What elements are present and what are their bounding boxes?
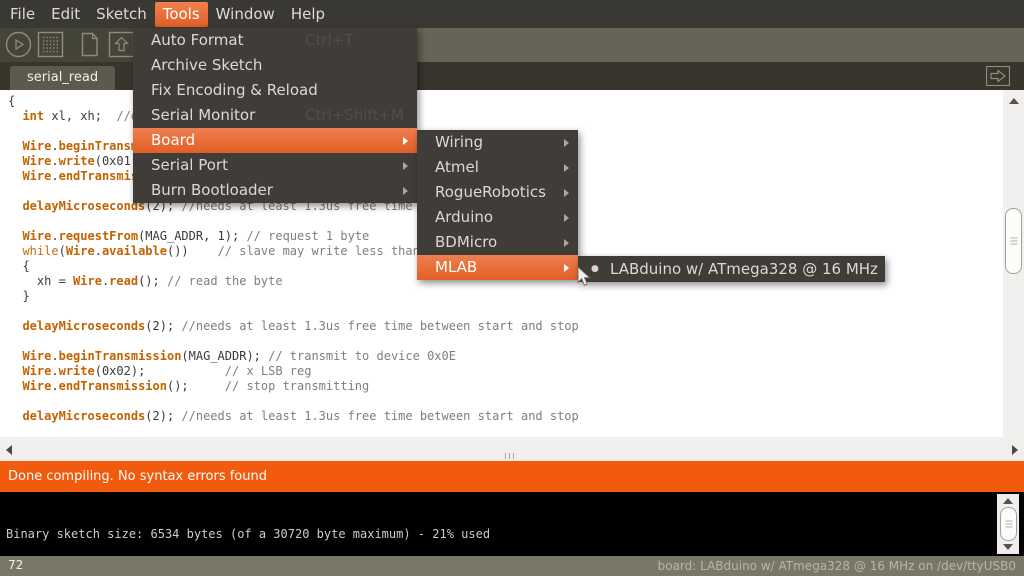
code-line: Wire.beginTransmission(MAG_ADDR); // tra… — [8, 349, 1000, 364]
board-info: board: LABduino w/ ATmega328 @ 16 MHz on… — [658, 559, 1016, 573]
tab-serial-read[interactable]: serial_read — [10, 66, 115, 90]
scrollbar-thumb[interactable] — [1005, 208, 1022, 274]
menu-item-label: Fix Encoding & Reload — [151, 81, 318, 99]
console-output: Binary sketch size: 6534 bytes (of a 307… — [0, 492, 1024, 556]
menu-item-auto-format[interactable]: Auto Format Ctrl+T — [133, 28, 417, 53]
console-text: Binary sketch size: 6534 bytes (of a 307… — [6, 527, 490, 541]
submenu-arrow-icon — [403, 187, 408, 195]
scroll-up-icon[interactable] — [1003, 498, 1013, 504]
submenu-arrow-icon — [564, 189, 569, 197]
scroll-down-icon[interactable] — [1003, 544, 1013, 550]
cursor-arrow-icon — [577, 266, 592, 288]
code-line: Wire.write(0x02); // x LSB reg — [8, 364, 1000, 379]
menu-item-serial-port[interactable]: Serial Port — [133, 153, 417, 178]
menu-item-label: Atmel — [435, 158, 479, 176]
status-message: Done compiling. No syntax errors found — [8, 469, 267, 484]
scroll-up-icon[interactable] — [1009, 98, 1019, 104]
menubar-item-sketch[interactable]: Sketch — [88, 2, 155, 27]
menu-item-label: LABduino w/ ATmega328 @ 16 MHz — [610, 260, 878, 278]
menu-item-label: Wiring — [435, 133, 483, 151]
open-button[interactable] — [108, 31, 135, 58]
menu-item-label: Board — [151, 131, 195, 149]
menu-item-label: Auto Format — [151, 31, 243, 49]
tab-menu-button[interactable] — [986, 66, 1010, 86]
menu-item-fix-encoding-reload[interactable]: Fix Encoding & Reload — [133, 78, 417, 103]
submenu-arrow-icon — [403, 137, 408, 145]
stop-icon — [37, 31, 64, 58]
menu-shortcut: Ctrl+Shift+M — [305, 103, 404, 128]
menu-item-bdmicro[interactable]: BDMicro — [417, 230, 578, 255]
board-submenu: Wiring Atmel RogueRobotics Arduino BDMicro ML… — [417, 130, 578, 280]
menubar-item-window[interactable]: Window — [208, 2, 283, 27]
menu-item-label: Archive Sketch — [151, 56, 262, 74]
code-line: Wire.endTransmission(); // stop transmit… — [8, 379, 1000, 394]
code-line: delayMicroseconds(2); //needs at least 1… — [8, 409, 1000, 424]
splitter-grip[interactable] — [505, 453, 517, 459]
stop-button[interactable] — [37, 31, 64, 58]
menu-item-labduino-w-atmega328-16-mhz[interactable]: ● LABduino w/ ATmega328 @ 16 MHz — [578, 256, 885, 282]
menubar-item-edit[interactable]: Edit — [43, 2, 88, 27]
menu-item-arduino[interactable]: Arduino — [417, 205, 578, 230]
menubar-item-file[interactable]: File — [2, 2, 43, 27]
menu-item-label: Burn Bootloader — [151, 181, 273, 199]
up-arrow-icon — [108, 31, 135, 58]
menu-item-label: BDMicro — [435, 233, 497, 251]
scroll-right-icon[interactable] — [1012, 445, 1018, 455]
menu-item-roguerobotics[interactable]: RogueRobotics — [417, 180, 578, 205]
editor-vertical-scrollbar[interactable] — [1003, 90, 1024, 437]
scrollbar-thumb[interactable] — [1000, 507, 1017, 541]
radio-selected-icon: ● — [591, 256, 599, 282]
boxed-right-arrow-icon — [986, 66, 1010, 86]
new-sketch-button[interactable] — [76, 31, 103, 58]
mouse-cursor — [577, 266, 592, 292]
circled-play-icon — [5, 31, 32, 58]
code-line — [8, 394, 1000, 409]
submenu-arrow-icon — [564, 164, 569, 172]
arduino-ide-window: FileEditSketchToolsWindowHelp — [0, 0, 1024, 576]
line-number: 72 — [8, 558, 23, 572]
editor-horizontal-scrollbar[interactable] — [0, 437, 1024, 461]
menu-item-board[interactable]: Board — [133, 128, 417, 153]
code-line: delayMicroseconds(2); //needs at least 1… — [8, 319, 1000, 334]
mlab-submenu: ● LABduino w/ ATmega328 @ 16 MHz — [578, 256, 885, 282]
tools-menu: Auto Format Ctrl+T Archive Sketch Fix Encod… — [133, 28, 417, 203]
menubar-item-tools[interactable]: Tools — [155, 2, 208, 27]
menubar-item-help[interactable]: Help — [283, 2, 333, 27]
scroll-left-icon[interactable] — [6, 445, 12, 455]
submenu-arrow-icon — [564, 239, 569, 247]
submenu-arrow-icon — [564, 214, 569, 222]
footer-bar: 72 board: LABduino w/ ATmega328 @ 16 MHz… — [0, 556, 1024, 576]
submenu-arrow-icon — [564, 139, 569, 147]
menu-item-atmel[interactable]: Atmel — [417, 155, 578, 180]
menu-item-mlab[interactable]: MLAB — [417, 255, 578, 280]
menu-item-label: MLAB — [435, 258, 477, 276]
menu-item-burn-bootloader[interactable]: Burn Bootloader — [133, 178, 417, 203]
status-bar: Done compiling. No syntax errors found — [0, 461, 1024, 492]
submenu-arrow-icon — [564, 264, 569, 272]
menu-item-archive-sketch[interactable]: Archive Sketch — [133, 53, 417, 78]
menu-item-label: Arduino — [435, 208, 493, 226]
menu-item-label: RogueRobotics — [435, 183, 546, 201]
code-line — [8, 304, 1000, 319]
code-line: } — [8, 289, 1000, 304]
code-line — [8, 334, 1000, 349]
menu-shortcut: Ctrl+T — [305, 28, 353, 53]
menu-item-serial-monitor[interactable]: Serial Monitor Ctrl+Shift+M — [133, 103, 417, 128]
menubar: FileEditSketchToolsWindowHelp — [0, 0, 1024, 28]
menu-item-label: Serial Port — [151, 156, 228, 174]
menu-item-label: Serial Monitor — [151, 106, 255, 124]
menu-item-wiring[interactable]: Wiring — [417, 130, 578, 155]
new-file-icon — [76, 31, 103, 58]
submenu-arrow-icon — [403, 162, 408, 170]
console-scrollbar[interactable] — [997, 494, 1019, 554]
verify-button[interactable] — [5, 31, 32, 58]
